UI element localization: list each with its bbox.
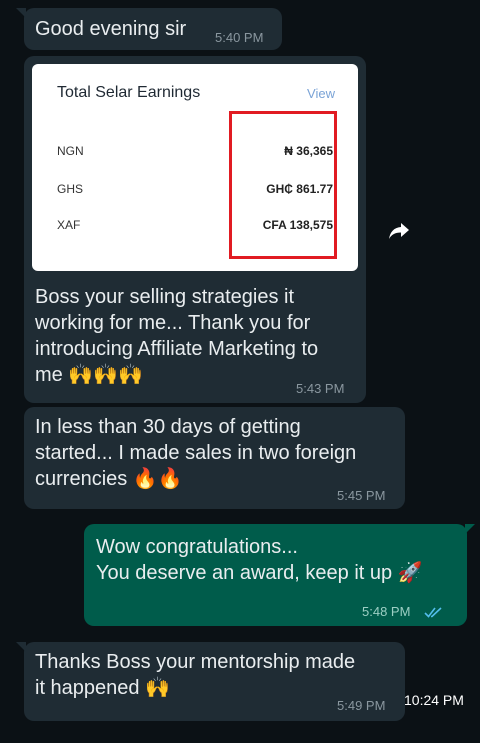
message-bubble[interactable]: Good evening sir 5:40 PM: [16, 8, 282, 50]
message-time: 5:43 PM: [296, 381, 345, 396]
raised-hands-emoji: 🙌🙌🙌: [68, 364, 144, 386]
message-bubble[interactable]: Thanks Boss your mentorship made it happ…: [16, 642, 405, 721]
message-bubble[interactable]: Wow congratulations... You deserve an aw…: [84, 524, 475, 626]
message-bubble[interactable]: Total Selar Earnings View NGN ₦ 36,365 G…: [24, 56, 366, 403]
message-text: Boss your selling strategies it working …: [35, 286, 319, 386]
rocket-emoji: 🚀: [397, 562, 423, 584]
fire-emoji: 🔥🔥: [132, 468, 183, 490]
message-time: 5:45 PM: [337, 488, 386, 503]
status-bar-time: 10:24 PM: [404, 692, 464, 708]
message-text: Good evening sir: [35, 18, 187, 40]
card-title: Total Selar Earnings: [57, 84, 201, 101]
raised-hands-emoji: 🙌: [145, 677, 171, 699]
view-link[interactable]: View: [307, 86, 335, 101]
message-text: Thanks Boss your mentorship made it happ…: [35, 651, 356, 699]
message-time: 5:40 PM: [215, 30, 264, 45]
currency-label: NGN: [57, 144, 84, 158]
message-time: 5:48 PM: [362, 604, 411, 619]
forward-icon[interactable]: [387, 218, 411, 242]
currency-label: XAF: [57, 218, 81, 232]
highlight-box: [229, 111, 337, 259]
message-text: Wow congratulations... You deserve an aw…: [96, 536, 423, 584]
double-check-icon: [424, 607, 442, 618]
earnings-screenshot[interactable]: Total Selar Earnings View NGN ₦ 36,365 G…: [32, 64, 358, 271]
message-bubble[interactable]: In less than 30 days of getting started.…: [24, 407, 405, 509]
message-time: 5:49 PM: [337, 698, 386, 713]
message-text: In less than 30 days of getting started.…: [35, 416, 357, 490]
currency-label: GHS: [57, 182, 84, 196]
